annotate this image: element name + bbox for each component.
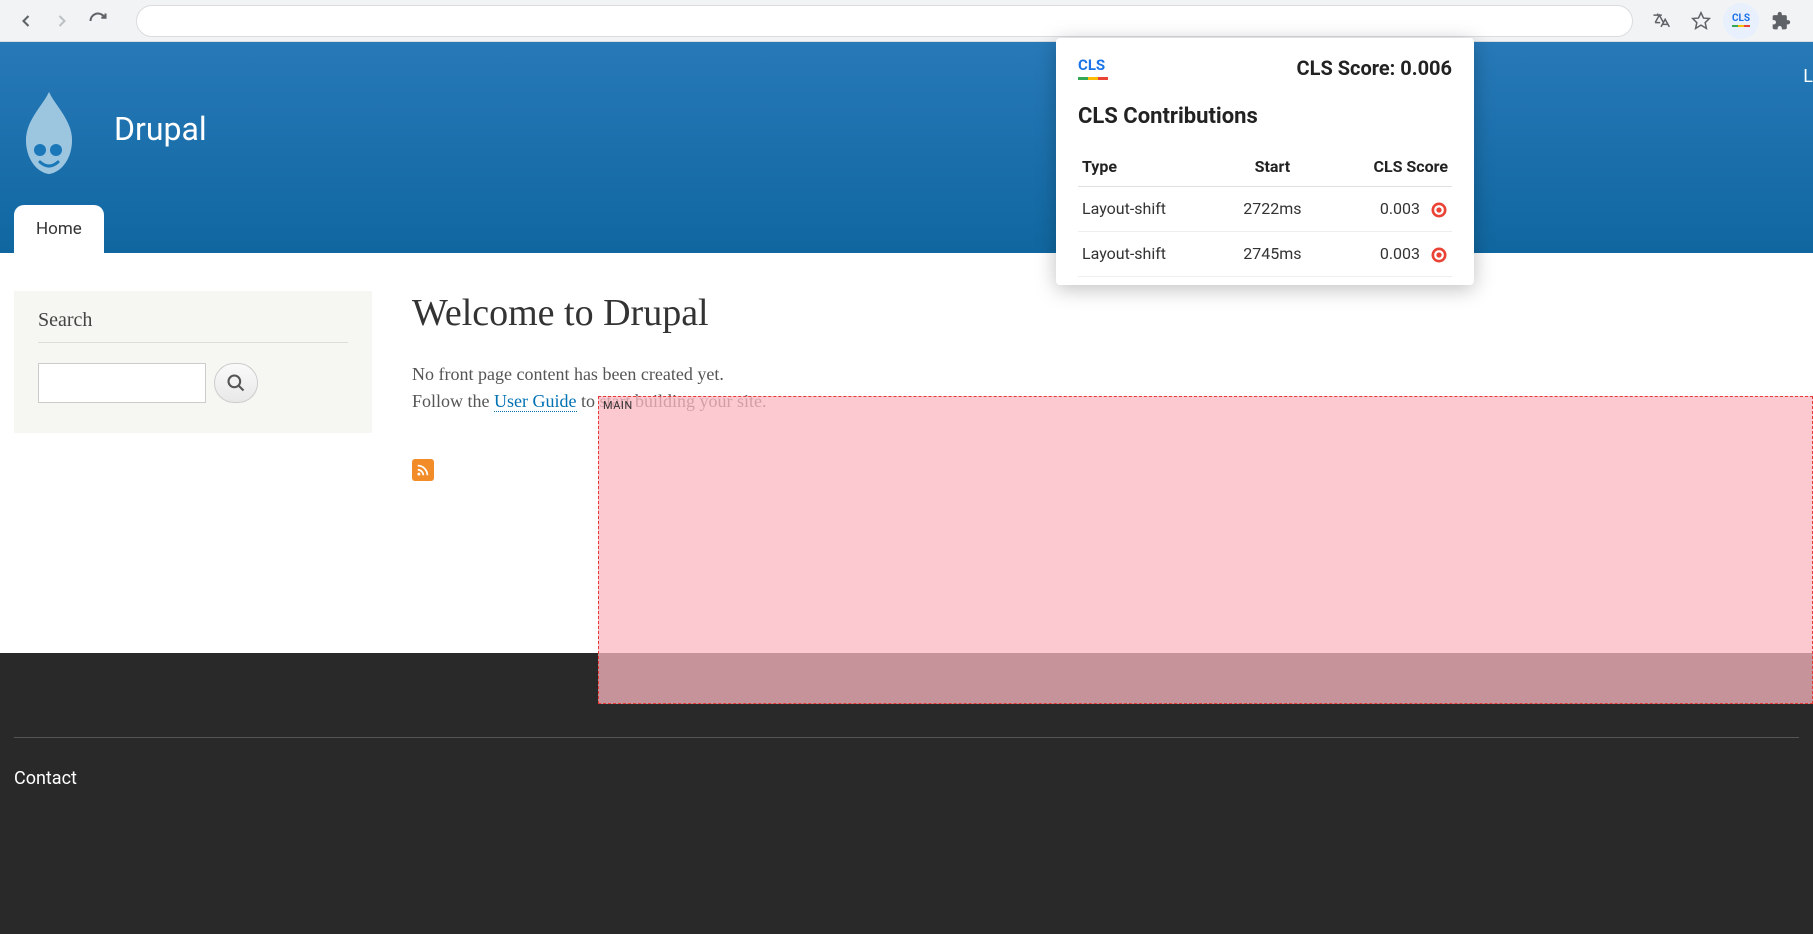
- contributions-table: Type Start CLS Score Layout-shift 2722ms…: [1078, 147, 1452, 277]
- cell-type: Layout-shift: [1078, 187, 1221, 232]
- target-icon[interactable]: [1430, 246, 1448, 264]
- cls-extension-popup: CLS CLS Score: 0.006 CLS Contributions T…: [1056, 38, 1474, 285]
- forward-button[interactable]: [44, 3, 80, 39]
- arrow-left-icon: [16, 11, 36, 31]
- search-icon: [226, 373, 246, 393]
- message-line-1: No front page content has been created y…: [412, 361, 1799, 388]
- table-row[interactable]: Layout-shift 2722ms 0.003: [1078, 187, 1452, 232]
- address-bar[interactable]: [136, 5, 1633, 37]
- drupal-logo-icon[interactable]: [14, 92, 84, 174]
- target-icon[interactable]: [1430, 201, 1448, 219]
- puzzle-icon: [1771, 11, 1791, 31]
- cell-score: 0.003: [1324, 231, 1452, 276]
- translate-icon: [1651, 11, 1671, 31]
- search-submit-button[interactable]: [214, 363, 258, 403]
- cls-extension-button[interactable]: CLS: [1723, 3, 1759, 39]
- cell-start: 2745ms: [1221, 231, 1324, 276]
- site-header: Drupal Home L: [0, 42, 1813, 253]
- top-right-link[interactable]: L: [1803, 66, 1813, 87]
- bookmark-button[interactable]: [1683, 3, 1719, 39]
- table-row[interactable]: Layout-shift 2745ms 0.003: [1078, 231, 1452, 276]
- search-input[interactable]: [38, 363, 206, 403]
- cls-shift-overlay: MAIN: [598, 396, 1813, 704]
- cls-score-value: CLS Score: 0.006: [1297, 56, 1452, 80]
- rss-icon: [416, 463, 430, 477]
- footer-contact-link[interactable]: Contact: [14, 768, 1799, 789]
- site-name[interactable]: Drupal: [114, 110, 207, 148]
- footer-inner: Contact: [14, 737, 1799, 789]
- page-title: Welcome to Drupal: [412, 291, 1799, 335]
- arrow-right-icon: [52, 11, 72, 31]
- rss-feed-link[interactable]: [412, 459, 434, 481]
- popup-subtitle: CLS Contributions: [1078, 104, 1452, 129]
- extensions-button[interactable]: [1763, 3, 1799, 39]
- table-header-row: Type Start CLS Score: [1078, 147, 1452, 187]
- search-block-title: Search: [38, 309, 348, 343]
- translate-button[interactable]: [1643, 3, 1679, 39]
- user-guide-link[interactable]: User Guide: [494, 391, 576, 412]
- popup-logo: CLS: [1078, 56, 1108, 80]
- reload-icon: [88, 11, 108, 31]
- reload-button[interactable]: [80, 3, 116, 39]
- cls-overlay-label: MAIN: [603, 399, 633, 412]
- search-form: [38, 363, 348, 403]
- browser-toolbar: CLS: [0, 0, 1813, 42]
- back-button[interactable]: [8, 3, 44, 39]
- col-score: CLS Score: [1324, 147, 1452, 187]
- toolbar-icons: CLS: [1643, 3, 1805, 39]
- col-type: Type: [1078, 147, 1221, 187]
- tab-home[interactable]: Home: [14, 205, 104, 253]
- star-icon: [1691, 11, 1711, 31]
- primary-tabs: Home: [14, 205, 104, 253]
- col-start: Start: [1221, 147, 1324, 187]
- cell-type: Layout-shift: [1078, 231, 1221, 276]
- cell-start: 2722ms: [1221, 187, 1324, 232]
- brand: Drupal: [14, 92, 1813, 174]
- popup-logo-text: CLS: [1078, 56, 1108, 74]
- popup-logo-bar: [1078, 77, 1108, 80]
- cell-score: 0.003: [1324, 187, 1452, 232]
- popup-header: CLS CLS Score: 0.006: [1078, 56, 1452, 80]
- cls-extension-icon: CLS: [1732, 14, 1750, 27]
- sidebar-search-block: Search: [14, 291, 372, 433]
